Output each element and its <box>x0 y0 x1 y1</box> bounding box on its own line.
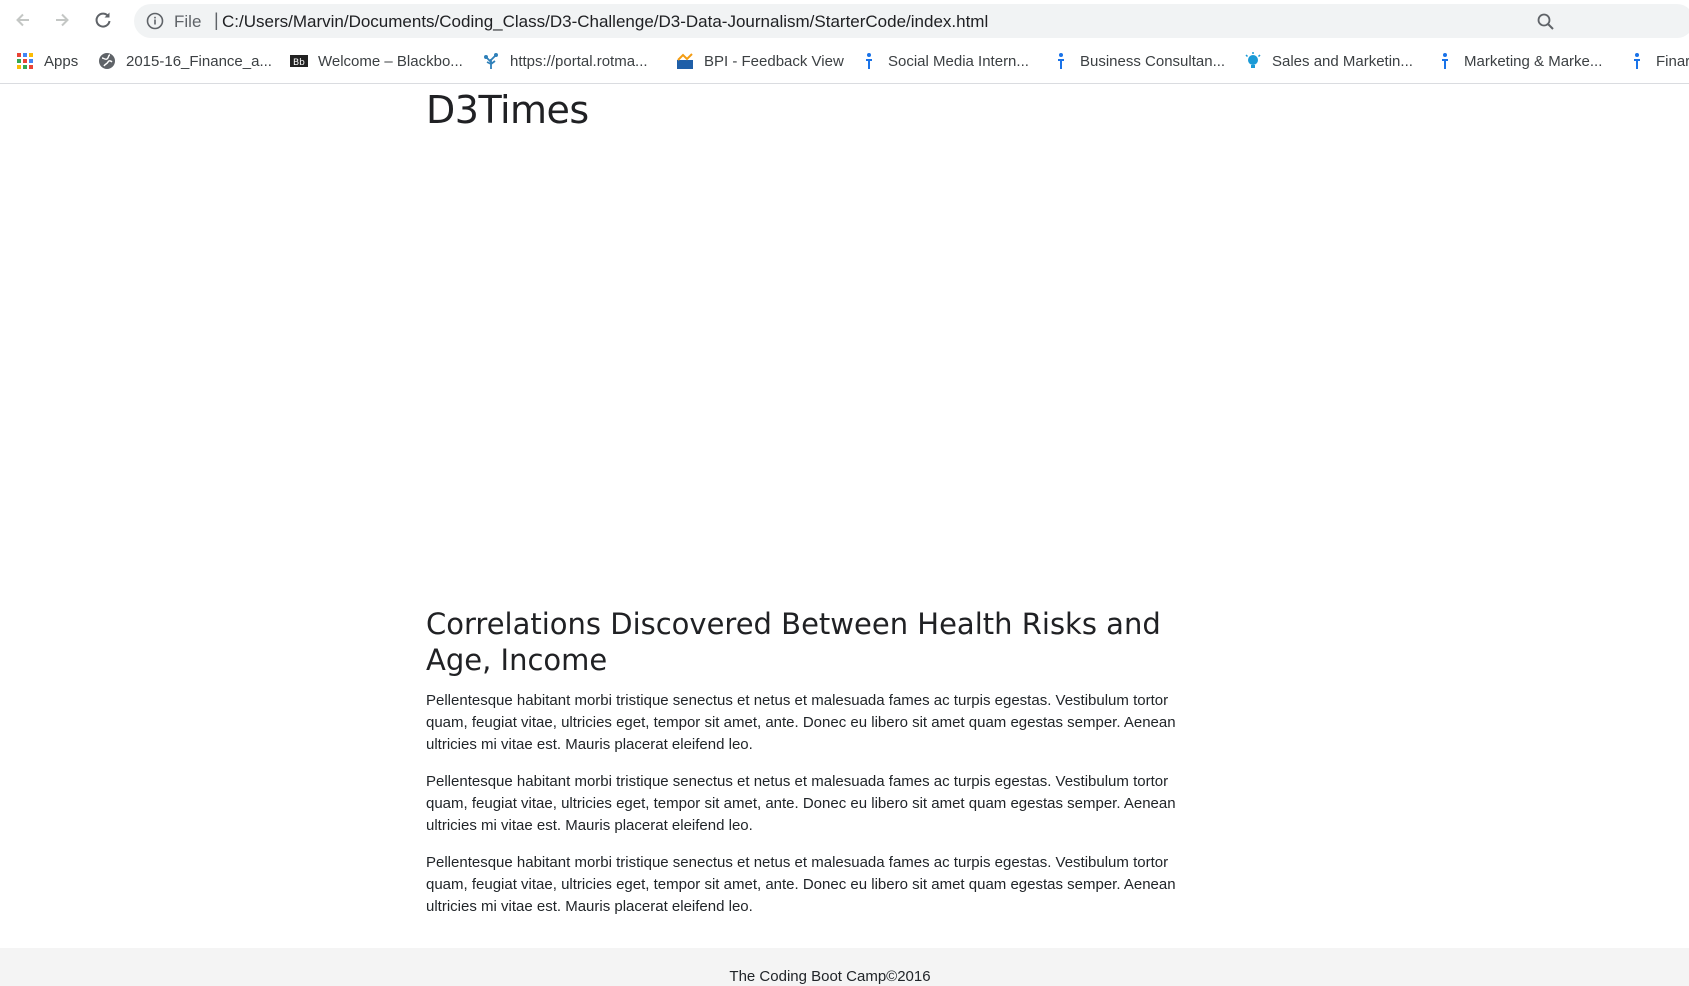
bookmark-label: Social Media Intern... <box>888 52 1029 70</box>
globe-icon <box>99 53 115 69</box>
article-paragraph: Pellentesque habitant morbi tristique se… <box>426 854 1176 915</box>
bookmark-label: Apps <box>44 52 79 70</box>
info-person-icon <box>866 53 872 69</box>
info-person-icon <box>1442 53 1448 69</box>
article-paragraph: Pellentesque habitant morbi tristique se… <box>426 773 1176 834</box>
page-title: D3Times <box>426 88 589 132</box>
bookmark-finance-2[interactable]: Finar <box>1628 50 1689 72</box>
bookmark-label: Business Consultan... <box>1080 52 1226 70</box>
zoom-icon[interactable] <box>1536 12 1556 32</box>
bookmark-label: Finar <box>1656 52 1689 70</box>
footer-text: The Coding Boot Camp©2016 <box>729 968 931 985</box>
footer: The Coding Boot Camp©2016 <box>0 948 1689 986</box>
bookmarks-bar: Apps 2015-16_Finance_a... Bb Welcome – B… <box>0 40 1689 84</box>
arrow-right-icon <box>56 13 69 27</box>
scheme-label: File <box>174 12 202 31</box>
info-person-icon <box>1058 53 1064 69</box>
scheme-separator: | <box>214 10 219 30</box>
bookmark-bpi[interactable]: BPI - Feedback View <box>676 50 844 72</box>
bookmark-portal[interactable]: https://portal.rotma... <box>482 50 648 72</box>
back-button[interactable] <box>9 6 37 34</box>
lightbulb-icon <box>1245 52 1261 68</box>
bpi-icon <box>677 53 693 69</box>
bookmark-marketing[interactable]: Marketing & Marke... <box>1436 50 1602 72</box>
blackboard-icon: Bb <box>290 55 308 68</box>
svg-text:Bb: Bb <box>293 58 305 68</box>
reload-button[interactable] <box>89 6 117 34</box>
bookmark-label: Sales and Marketin... <box>1272 52 1413 70</box>
bookmark-sales-marketing[interactable]: Sales and Marketin... <box>1244 50 1413 72</box>
tree-icon <box>484 53 498 69</box>
article: Correlations Discovered Between Health R… <box>426 606 1186 933</box>
chart-container <box>426 150 1186 590</box>
bookmark-label: BPI - Feedback View <box>704 52 844 70</box>
bookmark-social-media[interactable]: Social Media Intern... <box>860 50 1029 72</box>
bookmark-finance[interactable]: 2015-16_Finance_a... <box>98 50 272 72</box>
apps-grid-icon <box>17 53 33 69</box>
arrow-left-icon <box>16 13 29 27</box>
info-person-icon <box>1634 53 1640 69</box>
bookmark-apps[interactable]: Apps <box>16 50 78 72</box>
forward-button[interactable] <box>48 6 76 34</box>
browser-toolbar: File | C:/Users/Marvin/Documents/Coding_… <box>0 0 1689 40</box>
article-paragraph: Pellentesque habitant morbi tristique se… <box>426 692 1176 753</box>
address-bar[interactable]: File | C:/Users/Marvin/Documents/Coding_… <box>134 4 1689 38</box>
bookmark-label: Marketing & Marke... <box>1464 52 1603 70</box>
bookmark-blackboard[interactable]: Bb Welcome – Blackbo... <box>290 50 463 72</box>
bookmark-business-consultant[interactable]: Business Consultan... <box>1052 50 1225 72</box>
url-text[interactable]: C:/Users/Marvin/Documents/Coding_Class/D… <box>222 12 988 32</box>
bookmark-label: Welcome – Blackbo... <box>318 52 463 70</box>
info-icon[interactable] <box>146 12 164 30</box>
bookmark-label: 2015-16_Finance_a... <box>126 52 272 70</box>
reload-icon <box>95 12 111 28</box>
bookmark-label: https://portal.rotma... <box>510 52 648 70</box>
article-heading: Correlations Discovered Between Health R… <box>426 607 1161 677</box>
